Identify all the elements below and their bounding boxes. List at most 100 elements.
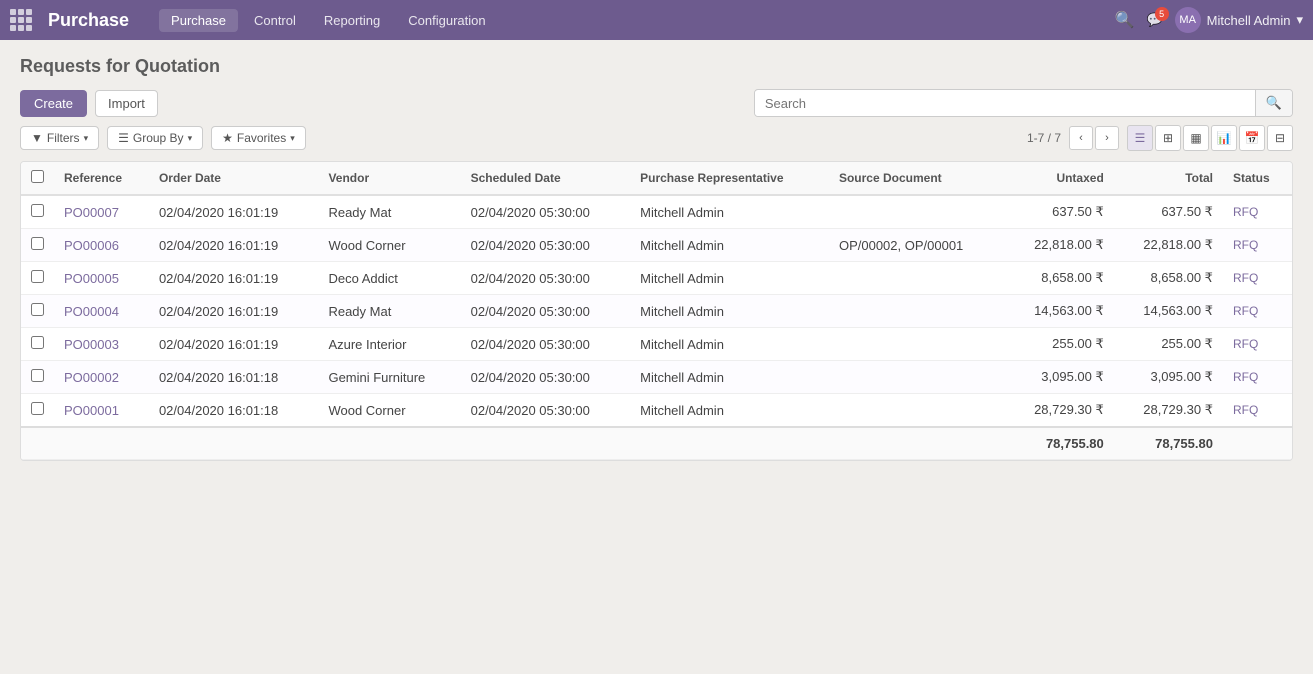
- col-scheduled-date[interactable]: Scheduled Date: [461, 162, 631, 195]
- table-row[interactable]: PO00002 02/04/2020 16:01:18 Gemini Furni…: [21, 361, 1292, 394]
- row-scheduled-date: 02/04/2020 05:30:00: [461, 328, 631, 361]
- favorites-button[interactable]: ★ Favorites ▾: [211, 126, 306, 150]
- row-status: RFQ: [1223, 195, 1292, 229]
- row-total: 3,095.00 ₹: [1114, 361, 1223, 394]
- page-title: Requests for Quotation: [20, 56, 1293, 77]
- col-order-date[interactable]: Order Date: [149, 162, 319, 195]
- row-ref[interactable]: PO00004: [54, 295, 149, 328]
- calendar-view-button[interactable]: 📅: [1239, 125, 1265, 151]
- row-checkbox[interactable]: [21, 328, 54, 361]
- row-scheduled-date: 02/04/2020 05:30:00: [461, 262, 631, 295]
- table-row[interactable]: PO00003 02/04/2020 16:01:19 Azure Interi…: [21, 328, 1292, 361]
- row-checkbox[interactable]: [21, 229, 54, 262]
- row-vendor: Ready Mat: [318, 295, 460, 328]
- row-ref[interactable]: PO00003: [54, 328, 149, 361]
- nav-control[interactable]: Control: [242, 9, 308, 32]
- table-row[interactable]: PO00001 02/04/2020 16:01:18 Wood Corner …: [21, 394, 1292, 428]
- row-checkbox[interactable]: [21, 361, 54, 394]
- search-submit-icon[interactable]: 🔍: [1255, 90, 1292, 116]
- row-order-date: 02/04/2020 16:01:19: [149, 195, 319, 229]
- pivot-view-button[interactable]: ⊟: [1267, 125, 1293, 151]
- select-all-checkbox[interactable]: [21, 162, 54, 195]
- row-untaxed: 637.50 ₹: [1005, 195, 1114, 229]
- view-toggle: ☰ ⊞ ▦ 📊 📅 ⊟: [1127, 125, 1293, 151]
- col-total[interactable]: Total: [1114, 162, 1223, 195]
- row-checkbox[interactable]: [21, 195, 54, 229]
- row-scheduled-date: 02/04/2020 05:30:00: [461, 361, 631, 394]
- row-checkbox[interactable]: [21, 295, 54, 328]
- nav-configuration[interactable]: Configuration: [396, 9, 497, 32]
- nav-reporting[interactable]: Reporting: [312, 9, 392, 32]
- apps-menu[interactable]: [10, 9, 32, 31]
- toolbar-left: Create Import: [20, 90, 158, 117]
- row-select-input[interactable]: [31, 336, 44, 349]
- row-vendor: Ready Mat: [318, 195, 460, 229]
- search-input[interactable]: [755, 91, 1255, 116]
- row-select-input[interactable]: [31, 204, 44, 217]
- import-button[interactable]: Import: [95, 90, 158, 117]
- col-vendor[interactable]: Vendor: [318, 162, 460, 195]
- search-icon[interactable]: 🔍: [1115, 10, 1135, 30]
- search-bar: 🔍: [754, 89, 1293, 117]
- row-untaxed: 3,095.00 ₹: [1005, 361, 1114, 394]
- table-row[interactable]: PO00004 02/04/2020 16:01:19 Ready Mat 02…: [21, 295, 1292, 328]
- row-select-input[interactable]: [31, 270, 44, 283]
- topbar: Purchase Purchase Control Reporting Conf…: [0, 0, 1313, 40]
- row-vendor: Deco Addict: [318, 262, 460, 295]
- row-ref[interactable]: PO00005: [54, 262, 149, 295]
- row-select-input[interactable]: [31, 369, 44, 382]
- favorites-arrow-icon: ▾: [290, 133, 295, 144]
- row-source-doc: [829, 361, 1005, 394]
- row-ref[interactable]: PO00002: [54, 361, 149, 394]
- row-rep: Mitchell Admin: [630, 328, 829, 361]
- create-button[interactable]: Create: [20, 90, 87, 117]
- chat-badge: 5: [1155, 7, 1169, 21]
- row-ref[interactable]: PO00006: [54, 229, 149, 262]
- row-order-date: 02/04/2020 16:01:19: [149, 229, 319, 262]
- row-status: RFQ: [1223, 229, 1292, 262]
- filter-bar: ▼ Filters ▾ ☰ Group By ▾ ★ Favorites ▾ 1…: [20, 125, 1293, 151]
- next-page-button[interactable]: ›: [1095, 126, 1119, 150]
- row-source-doc: [829, 295, 1005, 328]
- filters-button[interactable]: ▼ Filters ▾: [20, 126, 99, 150]
- user-avatar: MA: [1175, 7, 1201, 33]
- row-select-input[interactable]: [31, 303, 44, 316]
- chat-icon[interactable]: 💬 5: [1146, 12, 1162, 28]
- kanban-view-button[interactable]: ⊞: [1155, 125, 1181, 151]
- row-ref[interactable]: PO00001: [54, 394, 149, 428]
- row-rep: Mitchell Admin: [630, 361, 829, 394]
- col-reference[interactable]: Reference: [54, 162, 149, 195]
- col-purchase-rep[interactable]: Purchase Representative: [630, 162, 829, 195]
- row-status: RFQ: [1223, 394, 1292, 428]
- row-select-input[interactable]: [31, 402, 44, 415]
- select-all-input[interactable]: [31, 170, 44, 183]
- col-untaxed[interactable]: Untaxed: [1005, 162, 1114, 195]
- table-row[interactable]: PO00007 02/04/2020 16:01:19 Ready Mat 02…: [21, 195, 1292, 229]
- total-empty-1: [21, 427, 54, 460]
- row-order-date: 02/04/2020 16:01:19: [149, 328, 319, 361]
- total-empty-8: [1223, 427, 1292, 460]
- table-row[interactable]: PO00005 02/04/2020 16:01:19 Deco Addict …: [21, 262, 1292, 295]
- row-checkbox[interactable]: [21, 394, 54, 428]
- row-vendor: Wood Corner: [318, 394, 460, 428]
- row-checkbox[interactable]: [21, 262, 54, 295]
- table-row[interactable]: PO00006 02/04/2020 16:01:19 Wood Corner …: [21, 229, 1292, 262]
- nav-purchase[interactable]: Purchase: [159, 9, 238, 32]
- row-status: RFQ: [1223, 361, 1292, 394]
- group-by-button[interactable]: ☰ Group By ▾: [107, 126, 203, 150]
- group-by-icon: ☰: [118, 131, 129, 145]
- row-scheduled-date: 02/04/2020 05:30:00: [461, 295, 631, 328]
- grid-view-button[interactable]: ▦: [1183, 125, 1209, 151]
- col-source-doc[interactable]: Source Document: [829, 162, 1005, 195]
- user-dropdown-icon: ▾: [1296, 12, 1303, 28]
- row-select-input[interactable]: [31, 237, 44, 250]
- user-menu[interactable]: MA Mitchell Admin ▾: [1175, 7, 1303, 33]
- user-name: Mitchell Admin: [1207, 13, 1291, 28]
- total-total: 78,755.80: [1114, 427, 1223, 460]
- chart-view-button[interactable]: 📊: [1211, 125, 1237, 151]
- row-ref[interactable]: PO00007: [54, 195, 149, 229]
- col-status[interactable]: Status: [1223, 162, 1292, 195]
- prev-page-button[interactable]: ‹: [1069, 126, 1093, 150]
- row-status: RFQ: [1223, 328, 1292, 361]
- list-view-button[interactable]: ☰: [1127, 125, 1153, 151]
